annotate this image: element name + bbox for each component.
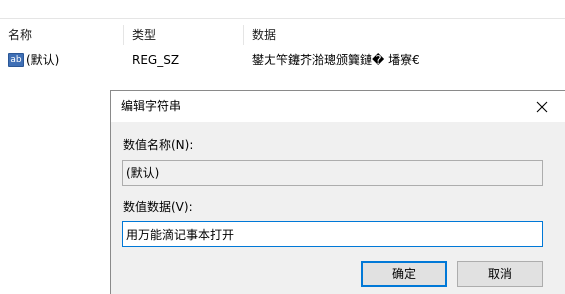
row-data: 鐢ㄤ笇鑳芥湁璁颁簨鏈� 墦寮€ xyxy=(252,53,420,67)
value-data-input[interactable] xyxy=(122,221,543,247)
row-type: REG_SZ xyxy=(132,53,180,67)
row-name: (默认) xyxy=(26,53,60,67)
registry-string-icon: ab xyxy=(8,53,24,67)
close-icon xyxy=(536,101,548,113)
column-header-type[interactable]: 类型 xyxy=(124,25,244,45)
value-name-label: 数值名称(N): xyxy=(123,138,194,152)
dialog-title: 编辑字符串 xyxy=(121,99,182,113)
window-top-area xyxy=(0,0,565,19)
table-row[interactable]: ab (默认) REG_SZ 鐢ㄤ笇鑳芥湁璁颁簨鏈� 墦寮€ xyxy=(0,50,565,70)
column-header-name[interactable]: 名称 xyxy=(0,25,124,45)
ok-button[interactable]: 确定 xyxy=(361,261,447,287)
list-header: 名称 类型 数据 xyxy=(0,25,565,45)
value-name-field: (默认) xyxy=(122,160,543,186)
value-data-label: 数值数据(V): xyxy=(123,200,193,214)
column-header-data[interactable]: 数据 xyxy=(244,25,565,45)
cancel-button[interactable]: 取消 xyxy=(457,261,543,287)
edit-string-dialog: 编辑字符串 数值名称(N): (默认) 数值数据(V): 确定 取消 xyxy=(110,90,565,294)
close-button[interactable] xyxy=(527,96,557,118)
row-name-cell: ab (默认) xyxy=(8,50,59,70)
dialog-titlebar[interactable]: 编辑字符串 xyxy=(111,91,565,122)
